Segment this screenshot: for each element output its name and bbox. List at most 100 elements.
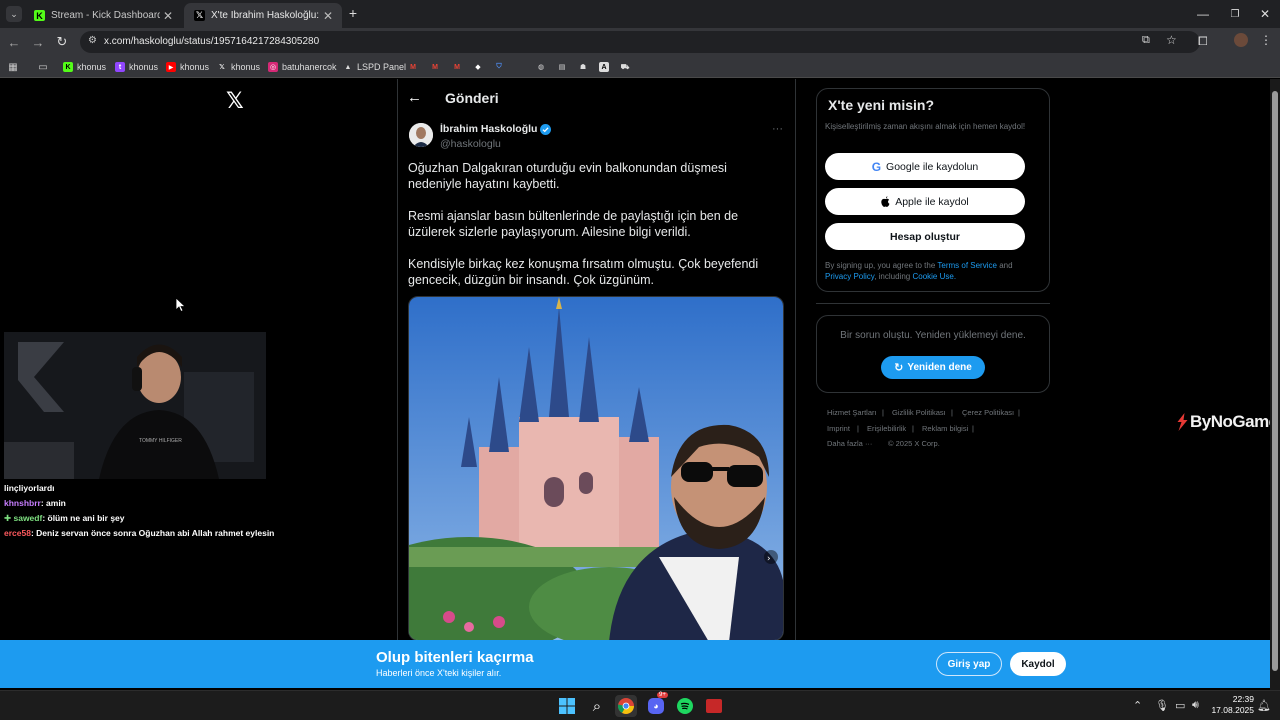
privacy-link[interactable]: Privacy Policy	[825, 272, 874, 281]
back-icon[interactable]: ←	[4, 33, 24, 51]
x-logo-icon[interactable]: 𝕏	[226, 88, 244, 114]
bookmark-youtube[interactable]: ▶ khonus	[166, 60, 209, 74]
app-taskbar-icon[interactable]	[703, 695, 725, 717]
gmail-icon: M	[432, 63, 438, 71]
chat-text: : Deniz servan önce sonra Oğuzhan abi Al…	[30, 528, 275, 538]
google-signup-button[interactable]: G Google ile kaydolun	[825, 153, 1025, 180]
extensions-icon[interactable]: ⧠	[1198, 34, 1208, 49]
microphone-icon[interactable]: 🎙︎	[1155, 699, 1169, 712]
castle-photo-image: ›	[409, 297, 783, 640]
address-bar[interactable]: ⚙ x.com/haskologlu/status/19571642172843…	[80, 31, 1200, 53]
scrollbar-thumb[interactable]	[1272, 91, 1278, 671]
signup-legal-text: By signing up, you agree to the Terms of…	[825, 260, 1040, 282]
close-window-button[interactable]: ✕	[1248, 0, 1280, 28]
bookmark-label: LSPD Panel	[357, 62, 407, 72]
forward-icon[interactable]: →	[28, 33, 48, 51]
bookmark-gmail-1[interactable]: M	[408, 60, 422, 74]
error-message: Bir sorun oluştu. Yeniden yüklemeyi dene…	[840, 330, 1026, 341]
footer-link[interactable]: Imprint	[827, 424, 850, 433]
search-icon[interactable]: ⌕	[586, 695, 608, 717]
tweet-photo[interactable]: ›	[408, 296, 784, 640]
tray-overflow-icon[interactable]: ⌃	[1133, 699, 1142, 712]
cookie-link[interactable]: Cookie Use.	[912, 272, 956, 281]
notifications-icon[interactable]: 🔔︎	[1257, 699, 1271, 712]
bookmark-extra-3[interactable]: ◍	[536, 60, 550, 74]
clock-date: 17.08.2025	[1211, 705, 1254, 715]
discord-taskbar-icon[interactable]: ◕ 9+	[645, 692, 668, 717]
minimize-button[interactable]: —	[1186, 0, 1220, 28]
tab-search-button[interactable]: ⌄	[6, 6, 22, 22]
author-avatar[interactable]	[409, 123, 433, 147]
tab-x-post[interactable]: 𝕏 X'te İbrahim Haskoloğlu: "Oğuz ✕	[184, 3, 342, 28]
spotify-taskbar-icon[interactable]	[674, 695, 696, 717]
chat-username: khnshbrr	[4, 498, 41, 508]
bookmark-x[interactable]: 𝕏khonus	[217, 60, 260, 74]
restore-button[interactable]: ❐	[1218, 0, 1252, 28]
chat-message: ✚ sawedf: ölüm ne ani bir şey	[4, 511, 384, 526]
author-name-row[interactable]: İbrahim Haskoloğlu	[440, 123, 552, 135]
close-tab-icon[interactable]: ✕	[160, 9, 176, 23]
site-info-icon[interactable]: ⚙	[88, 35, 97, 46]
instagram-icon: ◎	[268, 62, 278, 72]
install-app-icon[interactable]: ⧉	[1142, 34, 1150, 47]
x-logo-icon: 𝕏	[219, 64, 225, 71]
bookmark-extra-2[interactable]: ⛉	[494, 60, 508, 74]
retry-button[interactable]: ↻ Yeniden dene	[881, 356, 985, 379]
bookmark-label: batuhanercok	[282, 62, 337, 72]
apps-icon[interactable]: ▦	[8, 60, 22, 74]
author-handle[interactable]: @haskologlu	[440, 138, 501, 150]
kick-icon: K	[34, 10, 45, 21]
close-tab-icon[interactable]: ✕	[320, 9, 336, 23]
chrome-taskbar-icon[interactable]	[615, 695, 637, 717]
new-tab-button[interactable]: +	[345, 5, 361, 21]
bookmark-extra-7[interactable]: ⛟	[620, 60, 634, 74]
bookmark-star-icon[interactable]: ☆	[1166, 33, 1177, 47]
bookmark-extra-1[interactable]: ◆	[473, 60, 487, 74]
volume-icon[interactable]: 🔊︎	[1192, 699, 1199, 712]
column-divider	[795, 79, 796, 640]
column-divider	[397, 79, 398, 640]
more-options-icon[interactable]: ···	[772, 123, 783, 135]
profile-avatar[interactable]	[1234, 33, 1248, 47]
footer-link[interactable]: Çerez Politikası	[962, 408, 1014, 417]
network-icon[interactable]: ▭	[1175, 699, 1185, 712]
back-arrow-icon[interactable]: ←	[407, 89, 422, 106]
bookmark-instagram[interactable]: ◎ batuhanercok	[268, 60, 337, 74]
bookmark-twitch[interactable]: t khonus	[115, 60, 158, 74]
footer-link[interactable]: Gizlilik Politikası	[892, 408, 946, 417]
bynogame-watermark: ByNoGame	[1175, 412, 1270, 432]
footer-link[interactable]: Hizmet Şartları	[827, 408, 877, 417]
footer-link[interactable]: Reklam bilgisi	[922, 424, 968, 433]
login-button[interactable]: Giriş yap	[936, 652, 1002, 676]
bookmark-gmail-2[interactable]: M	[430, 60, 444, 74]
create-account-button[interactable]: Hesap oluştur	[825, 223, 1025, 250]
bookmark-kick[interactable]: Kkhonus	[63, 60, 106, 74]
tab-kick-dashboard[interactable]: K Stream - Kick Dashboard ✕	[24, 3, 182, 28]
stream-chat: linçliyorlardı khnshbrr: amin ✚ sawedf: …	[4, 481, 384, 541]
footer-link[interactable]: Erişilebilirlik	[867, 424, 906, 433]
streamer-webcam-image: TOMMY HILFIGER	[4, 332, 266, 479]
windows-start-icon[interactable]	[556, 695, 578, 717]
browser-toolbar: ← → ↻ ⚙ x.com/haskologlu/status/19571642…	[0, 28, 1280, 56]
bookmark-extra-6[interactable]: A	[599, 60, 613, 74]
footer-more-link[interactable]: Daha fazla ···	[827, 439, 872, 448]
terms-link[interactable]: Terms of Service	[937, 261, 997, 270]
chat-text: : amin	[40, 498, 66, 508]
bookmark-extra-5[interactable]: ☗	[578, 60, 592, 74]
signup-button[interactable]: Kaydol	[1010, 652, 1066, 676]
mouse-cursor-icon	[176, 298, 186, 312]
bookmark-lspd[interactable]: ▲ LSPD Panel	[343, 60, 407, 74]
bookmark-gmail-3[interactable]: M	[452, 60, 466, 74]
signup-banner: Olup bitenleri kaçırma Haberleri önce X'…	[0, 640, 1270, 688]
folder-icon[interactable]: ▭	[38, 60, 52, 74]
legal-text: , including	[874, 272, 911, 281]
clock[interactable]: 22:39 17.08.2025	[1210, 694, 1254, 716]
reload-icon[interactable]: ↻	[52, 33, 72, 51]
footer-separator: |	[857, 424, 859, 433]
page-scrollbar[interactable]	[1270, 79, 1280, 690]
chat-text: : ölüm ne ani bir şey	[42, 513, 125, 523]
apple-signup-button[interactable]: Apple ile kaydol	[825, 188, 1025, 215]
menu-icon[interactable]: ⋮	[1260, 33, 1272, 47]
bookmark-extra-4[interactable]: ▤	[557, 60, 571, 74]
bookmark-label: khonus	[231, 62, 261, 72]
